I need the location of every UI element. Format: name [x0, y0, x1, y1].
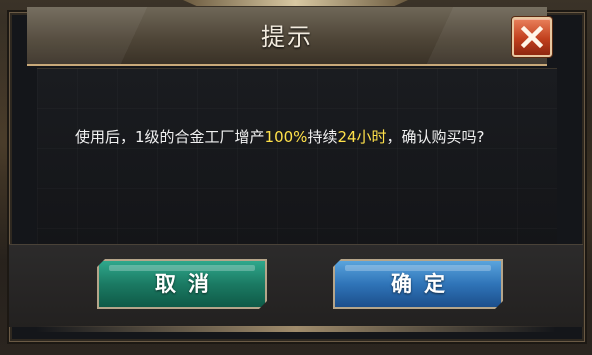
confirm-button-shine: [345, 265, 491, 271]
dialog-title-bar: 提示: [27, 7, 547, 66]
close-x-icon: [520, 25, 544, 49]
dialog-message: 使用后，1级的合金工厂增产100%持续24小时，确认购买吗?: [75, 126, 535, 148]
confirm-button-label: 确定: [391, 272, 457, 296]
boost-percent: 100%: [264, 128, 308, 146]
dialog-title: 提示: [261, 23, 313, 51]
duration: 24小时: [337, 128, 387, 146]
cancel-button-shine: [109, 265, 255, 271]
message-text-1: 使用后，1级的合金工厂增产: [75, 128, 265, 146]
cancel-button-label: 取消: [155, 272, 221, 296]
bottom-ornament: [36, 326, 556, 332]
confirm-button[interactable]: 确定: [333, 259, 503, 309]
cancel-button[interactable]: 取消: [97, 259, 267, 309]
message-text-3: ，确认购买吗?: [386, 128, 485, 146]
top-ornament: [183, 0, 408, 6]
message-text-2: 持续: [307, 128, 338, 146]
close-button[interactable]: [512, 17, 552, 57]
dialog-content: 使用后，1级的合金工厂增产100%持续24小时，确认购买吗?: [37, 68, 557, 244]
